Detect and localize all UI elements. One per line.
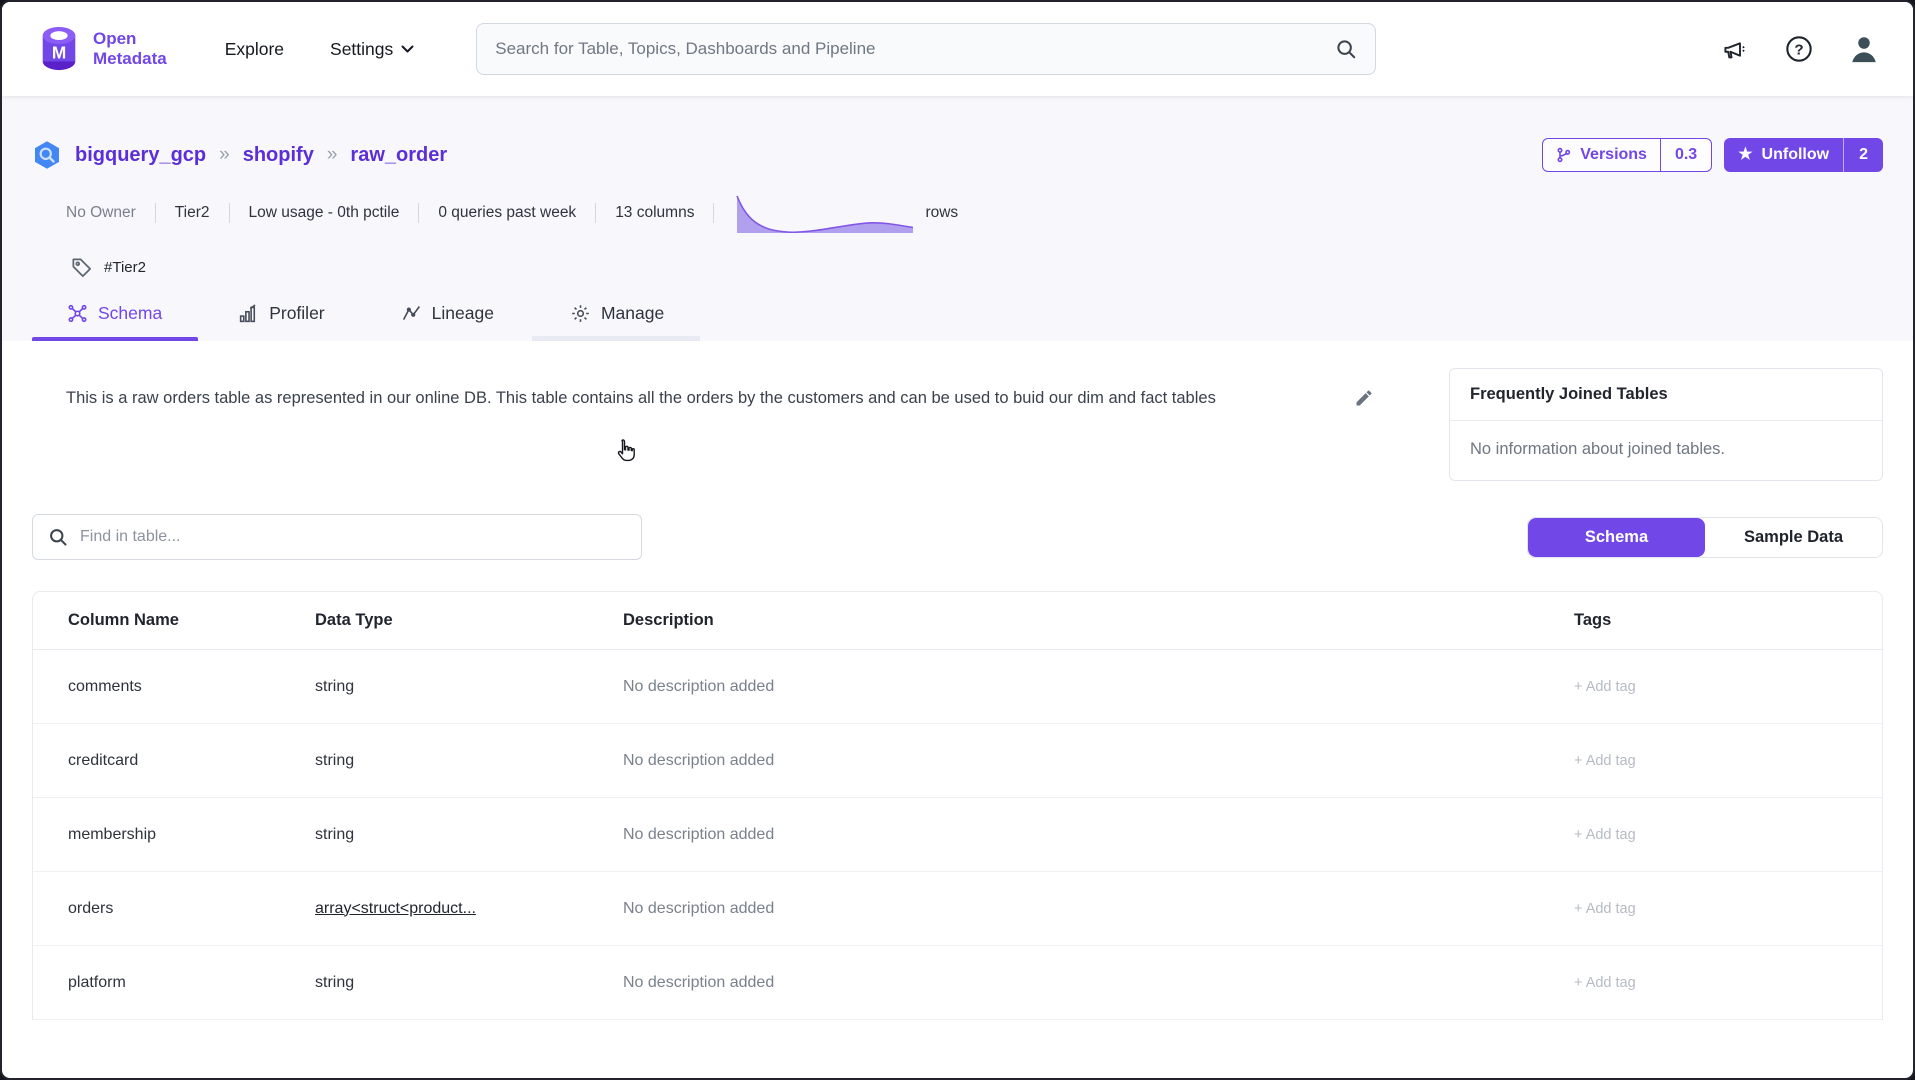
- nav-links: Explore Settings: [225, 39, 415, 60]
- version-number: 0.3: [1660, 139, 1711, 171]
- search-icon: [48, 527, 68, 547]
- toggle-sample-data-button[interactable]: Sample Data: [1705, 518, 1882, 557]
- search-icon[interactable]: [1335, 38, 1357, 60]
- lineage-icon: [401, 303, 422, 324]
- frequently-joined-tables-title: Frequently Joined Tables: [1450, 369, 1882, 421]
- column-description: No description added: [623, 678, 1574, 696]
- column-description: No description added: [623, 974, 1574, 992]
- col-header-name: Column Name: [68, 611, 315, 630]
- add-tag-button[interactable]: + Add tag: [1574, 901, 1882, 917]
- col-header-type: Data Type: [315, 611, 623, 630]
- column-name: creditcard: [68, 752, 315, 770]
- tab-lineage[interactable]: Lineage: [401, 303, 494, 341]
- versions-button[interactable]: Versions 0.3: [1542, 138, 1712, 172]
- tab-schema[interactable]: Schema: [67, 303, 162, 341]
- global-search[interactable]: [476, 23, 1376, 75]
- columns-table-header: Column Name Data Type Description Tags: [33, 592, 1882, 650]
- chevron-down-icon: [401, 45, 414, 54]
- entity-stats: No Owner Tier2 Low usage - 0th pctile 0 …: [32, 193, 1883, 233]
- find-in-table[interactable]: [32, 514, 642, 560]
- version-branch-icon: [1556, 147, 1572, 163]
- openmetadata-logo[interactable]: M Open Metadata: [36, 26, 167, 72]
- versions-label: Versions: [1580, 146, 1647, 164]
- column-type: string: [315, 974, 623, 992]
- add-tag-button[interactable]: + Add tag: [1574, 827, 1882, 843]
- col-header-tags: Tags: [1574, 611, 1882, 630]
- unfollow-button[interactable]: ★ Unfollow 2: [1724, 138, 1883, 172]
- column-name: comments: [68, 678, 315, 696]
- column-type-expandable[interactable]: array<struct<product...: [315, 900, 623, 918]
- breadcrumb-table[interactable]: raw_order: [350, 144, 447, 167]
- bigquery-service-icon: [32, 140, 62, 170]
- columns-table: Column Name Data Type Description Tags c…: [32, 591, 1883, 1020]
- table-row: platform string No description added + A…: [33, 946, 1882, 1020]
- column-name: platform: [68, 974, 315, 992]
- breadcrumb-schema[interactable]: shopify: [243, 144, 314, 167]
- column-type: string: [315, 752, 623, 770]
- frequently-joined-tables-empty: No information about joined tables.: [1450, 421, 1882, 480]
- table-row: comments string No description added + A…: [33, 650, 1882, 724]
- breadcrumb-separator: »: [219, 144, 230, 166]
- column-type: string: [315, 678, 623, 696]
- logo-wordmark: Open Metadata: [93, 29, 167, 69]
- add-tag-button[interactable]: + Add tag: [1574, 975, 1882, 991]
- schema-icon: [67, 303, 88, 324]
- nav-link-explore[interactable]: Explore: [225, 39, 284, 60]
- stat-tier: Tier2: [175, 204, 210, 222]
- app-window: M Open Metadata Explore Settings ?: [0, 0, 1915, 1080]
- rows-label: rows: [925, 204, 958, 222]
- table-row: orders array<struct<product... No descri…: [33, 872, 1882, 946]
- entity-tabs: Schema Profiler Lineage Manage: [32, 303, 1883, 341]
- global-search-input[interactable]: [495, 39, 1335, 59]
- table-row: creditcard string No description added +…: [33, 724, 1882, 798]
- schema-tab-panel: This is a raw orders table as represente…: [2, 341, 1913, 1020]
- stat-columns: 13 columns: [615, 204, 694, 222]
- find-in-table-input[interactable]: [80, 528, 626, 546]
- column-description: No description added: [623, 826, 1574, 844]
- svg-text:?: ?: [1794, 41, 1803, 58]
- column-name: membership: [68, 826, 315, 844]
- openmetadata-logo-icon: M: [36, 26, 82, 72]
- add-tag-button[interactable]: + Add tag: [1574, 679, 1882, 695]
- svg-text:M: M: [52, 43, 66, 63]
- table-description: This is a raw orders table as represente…: [66, 368, 1328, 414]
- nav-link-settings[interactable]: Settings: [330, 39, 414, 60]
- tab-profiler[interactable]: Profiler: [238, 303, 324, 341]
- entity-tags: #Tier2: [32, 256, 1883, 279]
- breadcrumb-separator: »: [327, 144, 338, 166]
- add-tag-button[interactable]: + Add tag: [1574, 753, 1882, 769]
- pencil-icon: [1354, 388, 1374, 408]
- unfollow-label: Unfollow: [1762, 146, 1830, 164]
- frequently-joined-tables-card: Frequently Joined Tables No information …: [1449, 368, 1883, 481]
- table-row: membership string No description added +…: [33, 798, 1882, 872]
- gear-icon: [570, 303, 591, 324]
- stat-usage: Low usage - 0th pctile: [249, 204, 400, 222]
- follower-count[interactable]: 2: [1843, 138, 1883, 172]
- star-icon: ★: [1738, 147, 1752, 163]
- announcement-icon[interactable]: [1722, 36, 1749, 63]
- user-avatar[interactable]: [1849, 34, 1879, 64]
- stat-queries: 0 queries past week: [438, 204, 576, 222]
- profiler-icon: [238, 303, 259, 324]
- column-name: orders: [68, 900, 315, 918]
- nav-icon-group: ?: [1722, 34, 1879, 64]
- col-header-description: Description: [623, 611, 1574, 630]
- tag-icon: [70, 256, 93, 279]
- schema-sample-toggle: Schema Sample Data: [1527, 517, 1883, 558]
- tier-tag[interactable]: #Tier2: [104, 259, 146, 276]
- stat-owner: No Owner: [66, 204, 136, 222]
- column-description: No description added: [623, 900, 1574, 918]
- top-navigation: M Open Metadata Explore Settings ?: [2, 2, 1913, 96]
- tab-manage[interactable]: Manage: [570, 303, 664, 341]
- column-type: string: [315, 826, 623, 844]
- row-count-sparkline: [735, 193, 915, 233]
- edit-description-button[interactable]: [1354, 388, 1374, 408]
- entity-header: bigquery_gcp » shopify » raw_order Versi…: [2, 96, 1913, 341]
- toggle-schema-button[interactable]: Schema: [1528, 518, 1705, 557]
- breadcrumb-service[interactable]: bigquery_gcp: [75, 144, 206, 167]
- help-icon[interactable]: ?: [1785, 35, 1813, 63]
- breadcrumb: bigquery_gcp » shopify » raw_order Versi…: [32, 96, 1883, 172]
- column-description: No description added: [623, 752, 1574, 770]
- entity-action-buttons: Versions 0.3 ★ Unfollow 2: [1542, 138, 1883, 172]
